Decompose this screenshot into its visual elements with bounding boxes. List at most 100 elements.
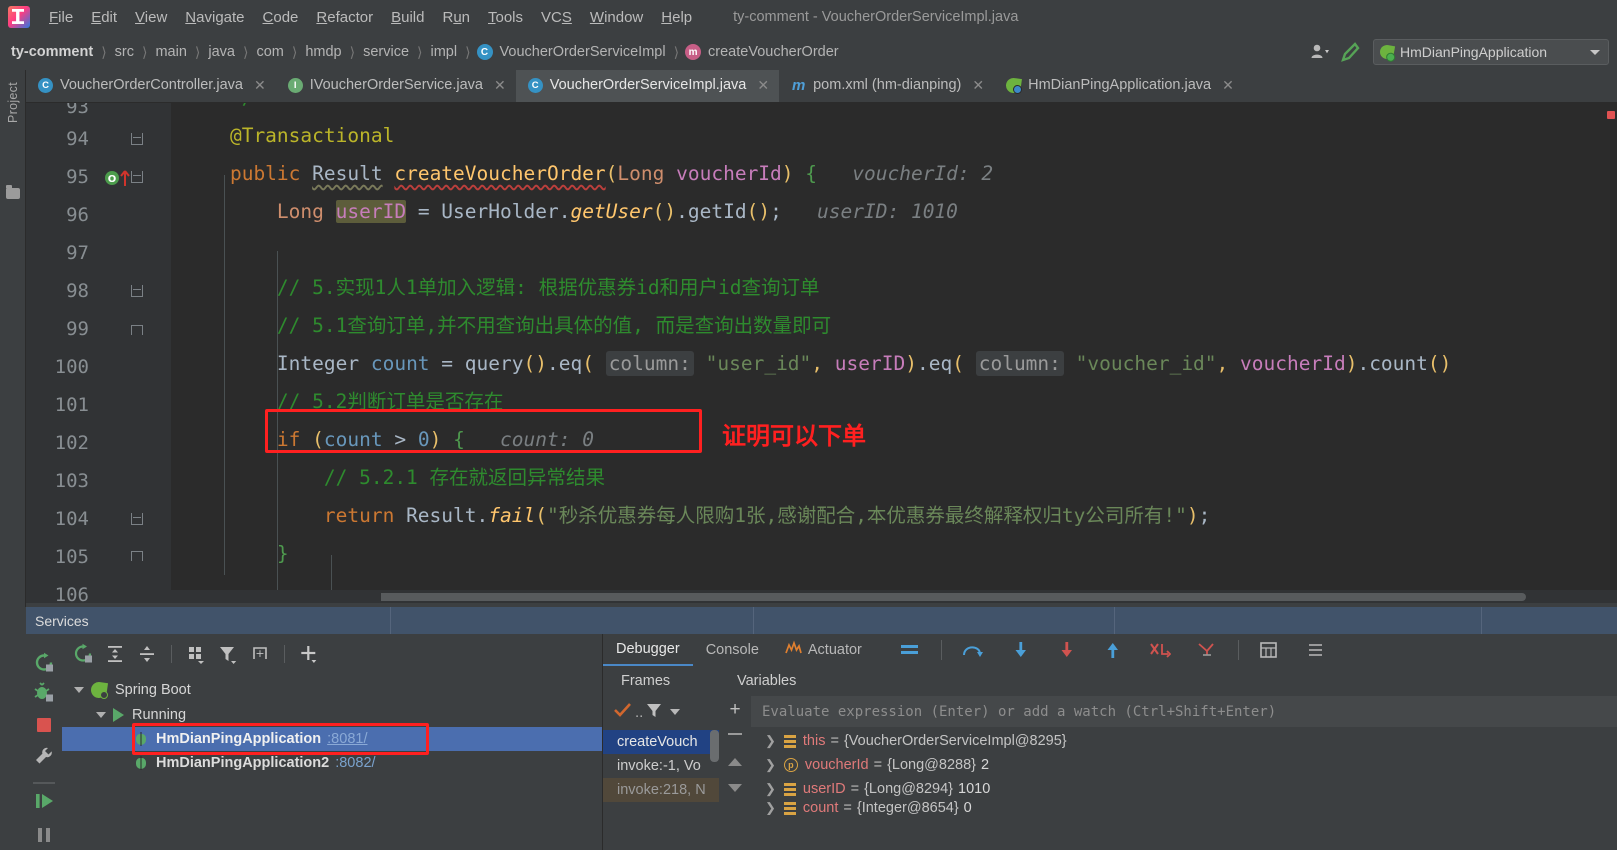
variable-row-count[interactable]: ❯ count = {Integer@8654} 0 (751, 801, 1617, 815)
close-icon[interactable]: ✕ (1222, 77, 1234, 94)
breadcrumb-main[interactable]: main (153, 43, 188, 61)
variable-row-voucherid[interactable]: ❯ p voucherId = {Long@8288} 2 (751, 753, 1617, 777)
evaluate-expression-icon[interactable] (1245, 634, 1293, 666)
filter-icon[interactable] (645, 701, 663, 724)
breadcrumb-src[interactable]: src (113, 43, 136, 61)
step-out-icon[interactable] (1090, 634, 1136, 666)
breadcrumb-com[interactable]: com (254, 43, 285, 61)
tab-debugger[interactable]: Debugger (603, 634, 693, 666)
variable-row-userid[interactable]: ❯ userID = {Long@8294} 1010 (751, 777, 1617, 801)
move-up-icon[interactable] (728, 758, 742, 766)
services-header[interactable]: Services (26, 607, 1617, 634)
fold-marker-icon[interactable] (131, 513, 143, 525)
build-hammer-icon[interactable] (1335, 39, 1365, 65)
editor-gutter[interactable]: 93 94 95 96 97 98 99 100 101 102 103 104… (26, 103, 171, 603)
mute-breakpoints-icon[interactable] (885, 634, 935, 666)
user-icon[interactable] (1305, 39, 1335, 65)
remove-watch-icon[interactable] (728, 733, 742, 735)
menu-tools[interactable]: Tools (479, 6, 532, 29)
menu-help[interactable]: Help (652, 6, 701, 29)
editor-hscrollbar[interactable] (171, 590, 1617, 603)
run-configuration-selector[interactable]: HmDianPingApplication (1373, 39, 1609, 65)
breadcrumb-method[interactable]: createVoucherOrder (706, 43, 841, 61)
tree-node-hmdianping-application2[interactable]: HmDianPingApplication2 :8082/ (62, 751, 376, 775)
pause-icon[interactable] (33, 824, 55, 846)
close-icon[interactable]: ✕ (972, 77, 984, 94)
tab-pom-xml[interactable]: m pom.xml (hm-dianping) ✕ (779, 70, 994, 102)
tree-node-port-link[interactable]: :8081/ (327, 731, 367, 747)
menu-build[interactable]: Build (382, 6, 433, 29)
breadcrumb-project[interactable]: ty-comment (9, 43, 95, 61)
code-content[interactable]: */ @Transactional public Result createVo… (171, 103, 1617, 603)
chevron-right-icon[interactable]: ❯ (765, 733, 776, 749)
tree-node-hmdianping-application[interactable]: HmDianPingApplication :8081/ (62, 727, 602, 751)
fold-marker-icon[interactable] (131, 325, 143, 335)
evaluate-expression-input[interactable]: Evaluate expression (Enter) or add a wat… (751, 696, 1617, 727)
step-over-icon[interactable] (948, 634, 998, 666)
tab-voucher-order-controller[interactable]: C VoucherOrderController.java ✕ (26, 70, 276, 102)
chevron-down-icon[interactable] (74, 687, 84, 693)
sidebar-item-project[interactable]: Project (2, 76, 24, 129)
tab-voucher-order-service-impl[interactable]: C VoucherOrderServiceImpl.java ✕ (515, 70, 780, 102)
settings-icon[interactable] (1293, 634, 1341, 666)
tab-ivoucher-order-service[interactable]: I IVoucherOrderService.java ✕ (276, 70, 516, 102)
run-to-cursor-icon[interactable] (1184, 634, 1232, 666)
variables-panel[interactable]: + Evaluate expression (Enter) or add a w… (719, 696, 1617, 850)
services-tree[interactable]: Spring Boot Running HmDianPingApplicatio… (62, 674, 602, 850)
rerun-icon[interactable] (68, 641, 98, 667)
add-tab-icon[interactable]: + (245, 641, 275, 667)
tab-console[interactable]: Console (693, 634, 772, 666)
menu-window[interactable]: Window (581, 6, 652, 29)
rerun-icon[interactable] (33, 652, 55, 674)
force-step-into-icon[interactable] (1044, 634, 1090, 666)
fold-marker-icon[interactable] (131, 171, 143, 183)
tree-node-spring-boot[interactable]: Spring Boot (74, 678, 191, 702)
menu-navigate[interactable]: Navigate (176, 6, 253, 29)
tab-hmdianping-application[interactable]: HmDianPingApplication.java ✕ (994, 70, 1244, 102)
frames-more-label[interactable]: .. (635, 704, 643, 721)
override-method-icon[interactable]: O (104, 166, 134, 195)
breadcrumb-hmdp[interactable]: hmdp (303, 43, 343, 61)
menu-file[interactable]: File (40, 6, 82, 29)
frame-item[interactable]: createVouch (603, 730, 719, 754)
chevron-right-icon[interactable]: ❯ (765, 781, 776, 797)
menu-view[interactable]: View (126, 6, 176, 29)
menu-run[interactable]: Run (433, 6, 479, 29)
fold-marker-icon[interactable] (131, 551, 143, 561)
menu-code[interactable]: Code (254, 6, 308, 29)
group-by-icon[interactable] (181, 641, 211, 667)
expand-all-icon[interactable] (100, 641, 130, 667)
resume-icon[interactable] (33, 790, 55, 812)
chevron-down-icon[interactable] (670, 709, 681, 715)
chevron-down-icon[interactable] (96, 712, 106, 718)
drop-frame-icon[interactable] (1136, 634, 1184, 666)
menu-edit[interactable]: Edit (82, 6, 126, 29)
move-down-icon[interactable] (728, 784, 742, 792)
fold-marker-icon[interactable] (131, 133, 143, 145)
menu-vcs[interactable]: VCS (532, 6, 581, 29)
close-icon[interactable]: ✕ (494, 77, 506, 94)
settings-wrench-icon[interactable] (33, 745, 55, 767)
frames-panel[interactable]: .. createVouch invoke:-1, Vo invoke:218,… (603, 696, 719, 850)
stop-icon[interactable] (33, 714, 55, 736)
frames-scrollbar[interactable] (710, 730, 719, 762)
check-icon[interactable] (613, 701, 633, 724)
frame-item[interactable]: invoke:-1, Vo (603, 754, 719, 778)
close-icon[interactable]: ✕ (254, 77, 266, 94)
filter-icon[interactable] (213, 641, 243, 667)
collapse-all-icon[interactable] (132, 641, 162, 667)
breadcrumb-class[interactable]: VoucherOrderServiceImpl (498, 43, 668, 61)
fold-marker-icon[interactable] (131, 285, 143, 297)
tree-node-port-link[interactable]: :8082/ (335, 755, 375, 771)
debug-icon[interactable] (33, 682, 55, 704)
breadcrumb-impl[interactable]: impl (428, 43, 459, 61)
chevron-right-icon[interactable]: ❯ (765, 757, 776, 773)
add-watch-icon[interactable]: + (727, 700, 743, 719)
error-stripe-marker[interactable] (1607, 111, 1615, 119)
close-icon[interactable]: ✕ (757, 77, 769, 94)
tree-node-running[interactable]: Running (96, 703, 186, 727)
breadcrumb-service[interactable]: service (361, 43, 411, 61)
add-icon[interactable] (294, 641, 324, 667)
folder-icon[interactable] (6, 185, 20, 199)
variable-row-this[interactable]: ❯ this = {VoucherOrderServiceImpl@8295} (751, 729, 1617, 753)
